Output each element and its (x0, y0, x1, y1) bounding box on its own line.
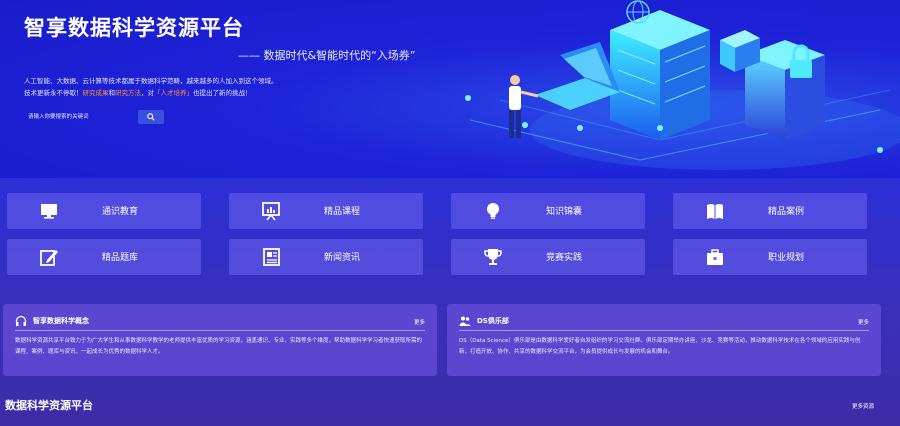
section-title: 数据科学资源平台 (5, 399, 93, 412)
hero-slogan: —— 数据时代&智能时代的“入场券” (238, 49, 416, 62)
lightbulb-icon (487, 203, 499, 219)
nav-card-label: 竞赛实践 (546, 253, 583, 263)
panel-body: 数据科学资源共享平台致力于为广大学生和从事数据科学教学的老师提供丰富优质的学习资… (15, 338, 423, 355)
nav-card-label: 精品案例 (768, 207, 805, 217)
nav-card-label: 知识锦囊 (546, 207, 583, 217)
panel-more-link[interactable]: 更多 (858, 318, 869, 326)
nav-card-general-education[interactable]: 通识教育 (7, 193, 201, 229)
intro-line-2: 技术更新永不停歇！研究成果和研究方法，对「人才培养」也提出了新的挑战！ (24, 87, 384, 99)
search-bar (24, 110, 164, 124)
monitor-icon (41, 204, 57, 219)
intro-text: 也提出了新的挑战！ (193, 89, 252, 97)
intro-highlight-2: 研究方法 (115, 89, 141, 97)
intro-text: 技术更新永不停歇！ (24, 89, 83, 97)
category-nav: 通识教育 精品课程 知识锦囊 精品案例 精品题库 新闻资讯 竞赛实践 职业规划 (7, 193, 867, 275)
book-icon (707, 204, 723, 219)
nav-card-career[interactable]: 职业规划 (673, 239, 867, 275)
section-more-link[interactable]: 更多资源 (852, 402, 874, 410)
panel-header: DS俱乐部 更多 (459, 313, 869, 331)
panel-title: 智享数据科学概念 (33, 317, 89, 325)
panel-ds-club: DS俱乐部 更多 DS（Data Science）俱乐部是由数据科学爱好者自发组… (447, 304, 881, 376)
nav-card-competition[interactable]: 竞赛实践 (451, 239, 645, 275)
intro-line-1: 人工智能、大数据、云计算等技术都属于数据科学范畴，越来越多的人加入到这个领域。 (24, 77, 278, 85)
nav-card-knowledge[interactable]: 知识锦囊 (451, 193, 645, 229)
users-icon (459, 316, 471, 326)
hero-intro: 人工智能、大数据、云计算等技术都属于数据科学范畴，越来越多的人加入到这个领域。 … (24, 75, 384, 99)
nav-card-question-bank[interactable]: 精品题库 (7, 239, 201, 275)
nav-card-cases[interactable]: 精品案例 (673, 193, 867, 229)
headphones-icon (15, 315, 27, 326)
site-brand[interactable]: 智享数据科学资源平台 (24, 12, 244, 42)
briefcase-icon (707, 249, 723, 265)
search-button[interactable] (138, 110, 164, 124)
intro-highlight-3: 「人才培养」 (154, 89, 193, 97)
panel-platform-intro: 智享数据科学概念 更多 数据科学资源共享平台致力于为广大学生和从事数据科学教学的… (3, 304, 437, 376)
nav-card-label: 精品题库 (102, 253, 139, 263)
panel-header: 智享数据科学概念 更多 (15, 313, 425, 331)
nav-card-news[interactable]: 新闻资讯 (229, 239, 423, 275)
search-icon (147, 113, 155, 121)
newspaper-icon (263, 248, 280, 266)
nav-card-label: 职业规划 (768, 253, 805, 263)
panel-body: DS（Data Science）俱乐部是由数据科学爱好者自发组织的学习交流社群。… (459, 338, 861, 355)
edit-icon (40, 250, 58, 266)
presentation-icon (262, 202, 280, 221)
trophy-icon (484, 249, 502, 265)
panel-more-link[interactable]: 更多 (414, 318, 425, 326)
hero-illustration (465, 0, 900, 170)
hero-banner: 智享数据科学资源平台 —— 数据时代&智能时代的“入场券” 人工智能、大数据、云… (0, 0, 900, 178)
intro-highlight-1: 研究成果 (82, 89, 109, 97)
nav-card-label: 新闻资讯 (324, 253, 361, 263)
nav-card-courses[interactable]: 精品课程 (229, 193, 423, 229)
nav-card-label: 精品课程 (324, 207, 361, 217)
panel-title: DS俱乐部 (477, 317, 509, 325)
intro-text: ，对 (141, 89, 154, 97)
nav-card-label: 通识教育 (102, 207, 139, 217)
search-input[interactable] (24, 110, 138, 124)
